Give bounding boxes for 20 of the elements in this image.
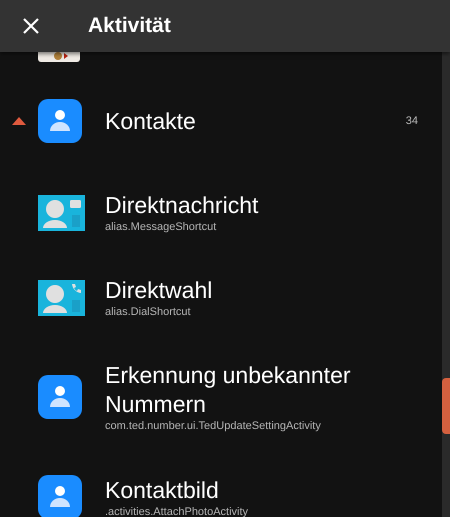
activity-name: Erkennung unbekannter Nummern (105, 361, 352, 419)
activity-name: Kontaktbild (105, 476, 220, 504)
activity-class: alias.DialShortcut (105, 305, 192, 319)
app-name: Kontakte (105, 106, 197, 136)
scrollbar[interactable] (442, 52, 450, 517)
close-icon[interactable] (22, 17, 40, 35)
contact-phone-icon (38, 280, 85, 316)
activity-class: .activities.AttachPhotoActivity (105, 504, 250, 517)
app-row[interactable]: Kontakte 34 (0, 72, 434, 170)
activity-name: Direktnachricht (105, 191, 260, 220)
contacts-icon (38, 99, 82, 143)
window-title: Aktivität (88, 14, 171, 38)
activity-class: alias.MessageShortcut (105, 220, 218, 234)
contacts-icon (38, 375, 82, 419)
activity-name: Direktwahl (105, 276, 214, 305)
contact-message-icon (38, 194, 85, 230)
activity-count: 34 (406, 115, 418, 127)
activity-class: com.ted.number.ui.TedUpdateSettingActivity (105, 419, 322, 433)
contacts-icon (38, 475, 82, 517)
collapse-caret-icon[interactable] (12, 117, 26, 125)
